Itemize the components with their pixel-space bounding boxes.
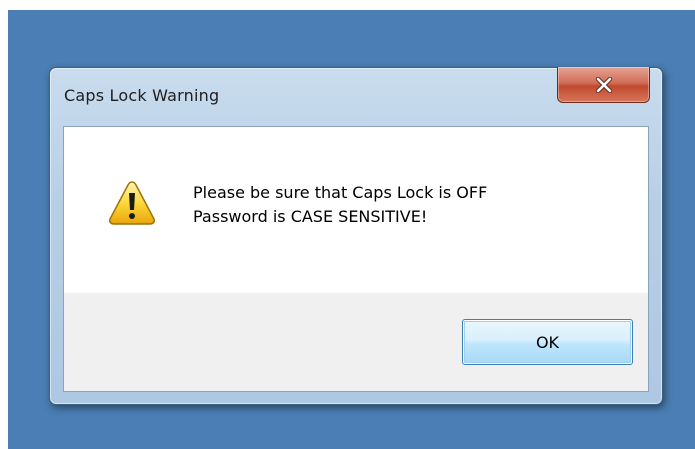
dialog-title: Caps Lock Warning	[64, 86, 220, 105]
dialog-body: Please be sure that Caps Lock is OFF Pas…	[63, 126, 649, 392]
message-line-1: Please be sure that Caps Lock is OFF	[193, 183, 488, 202]
warning-message: Please be sure that Caps Lock is OFF Pas…	[193, 181, 487, 229]
close-icon	[595, 76, 612, 93]
ok-button[interactable]: OK	[462, 319, 633, 365]
close-button[interactable]	[557, 67, 650, 103]
message-area: Please be sure that Caps Lock is OFF Pas…	[64, 127, 648, 293]
warning-icon	[109, 181, 155, 225]
title-bar[interactable]: Caps Lock Warning	[50, 67, 662, 122]
button-area: OK	[64, 293, 648, 391]
message-line-2: Password is CASE SENSITIVE!	[193, 207, 428, 226]
caps-lock-warning-dialog: Caps Lock Warning Please be sure that Ca…	[49, 67, 663, 405]
